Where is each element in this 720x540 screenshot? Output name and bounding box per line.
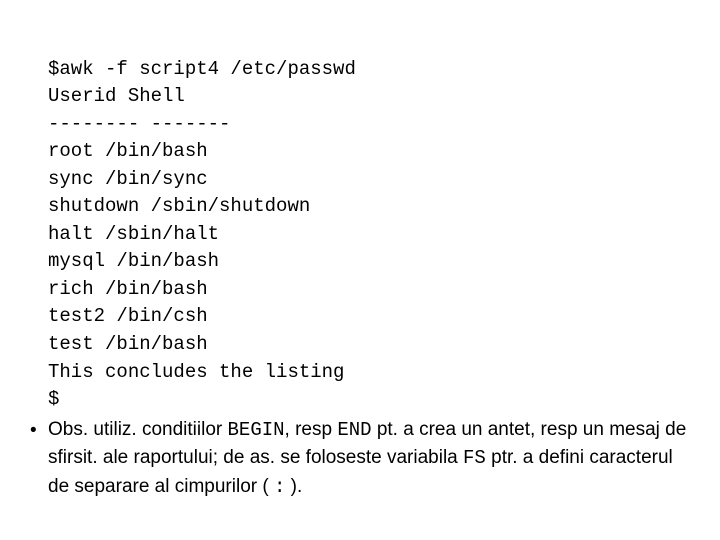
text-segment: Obs. utiliz. conditiilor — [48, 419, 228, 440]
code-line: test2 /bin/csh — [48, 305, 208, 327]
code-line: -------- ------- — [48, 113, 230, 135]
code-line: halt /sbin/halt — [48, 223, 219, 245]
text-segment: ). — [285, 476, 302, 497]
code-line: rich /bin/bash — [48, 278, 208, 300]
code-line: test /bin/bash — [48, 333, 208, 355]
keyword-end: END — [337, 419, 371, 441]
keyword-colon: : — [274, 476, 285, 498]
code-line: root /bin/bash — [48, 140, 208, 162]
code-line: shutdown /sbin/shutdown — [48, 195, 310, 217]
code-line: sync /bin/sync — [48, 168, 208, 190]
code-line: Userid Shell — [48, 85, 185, 107]
text-segment: , resp — [285, 419, 338, 440]
code-line: This concludes the listing — [48, 361, 344, 383]
bullet-item: • Obs. utiliz. conditiilor BEGIN, resp E… — [30, 416, 690, 502]
code-line: $awk -f script4 /etc/passwd — [48, 58, 356, 80]
keyword-fs: FS — [463, 447, 486, 469]
code-line: mysql /bin/bash — [48, 250, 219, 272]
terminal-output: $awk -f script4 /etc/passwd Userid Shell… — [48, 28, 690, 414]
keyword-begin: BEGIN — [228, 419, 285, 441]
slide-content: $awk -f script4 /etc/passwd Userid Shell… — [0, 0, 720, 531]
code-line: $ — [48, 388, 59, 410]
bullet-text: Obs. utiliz. conditiilor BEGIN, resp END… — [48, 416, 690, 502]
bullet-marker: • — [30, 416, 48, 445]
